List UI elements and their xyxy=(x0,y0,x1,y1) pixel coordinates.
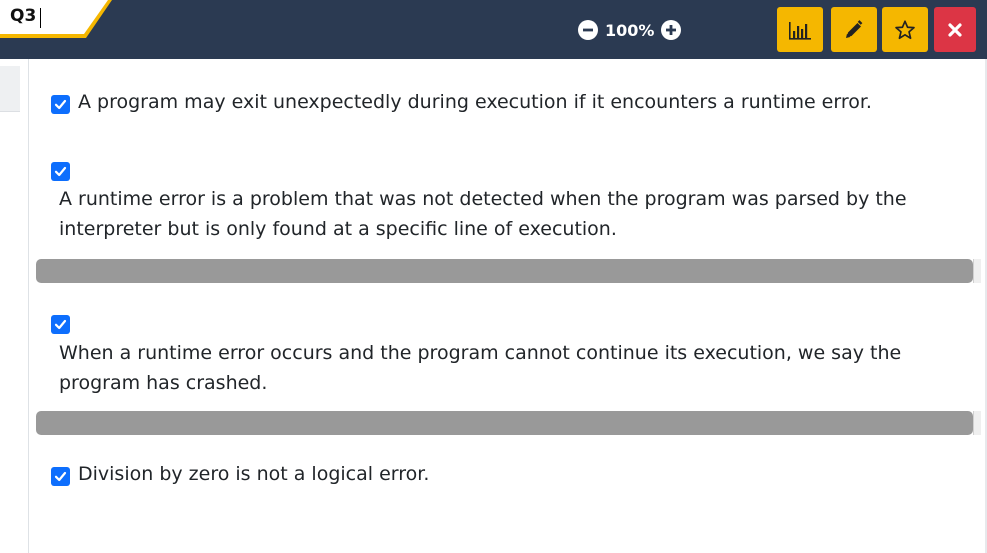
zoom-in-icon[interactable] xyxy=(661,20,682,40)
check-icon xyxy=(54,471,67,482)
check-icon xyxy=(54,319,67,330)
statement-2-text: A runtime error is a problem that was no… xyxy=(59,188,907,240)
statement-2-checkbox[interactable] xyxy=(51,162,70,181)
zoom-level: 100% xyxy=(605,20,655,40)
statement-1-checkbox[interactable] xyxy=(51,95,70,114)
bar-chart-icon xyxy=(789,21,811,40)
stats-button[interactable] xyxy=(777,7,823,52)
statement-4-text: Division by zero is not a logical error. xyxy=(78,463,430,485)
horizontal-scrollbar-track[interactable] xyxy=(973,411,981,435)
top-toolbar: Q3 100% xyxy=(0,0,987,59)
content-divider xyxy=(28,59,29,553)
statement-1-text: A program may exit unexpectedly during e… xyxy=(78,91,872,113)
text-cursor xyxy=(40,8,41,28)
pencil-icon xyxy=(846,19,863,38)
zoom-control: 100% xyxy=(578,17,682,43)
close-icon xyxy=(948,22,962,37)
statement-3-text: When a runtime error occurs and the prog… xyxy=(59,342,902,394)
horizontal-scrollbar-track[interactable] xyxy=(973,259,981,283)
close-button[interactable] xyxy=(934,7,976,52)
horizontal-scrollbar-thumb[interactable] xyxy=(36,411,973,435)
favorite-button[interactable] xyxy=(882,7,928,52)
statement-4-checkbox[interactable] xyxy=(51,467,70,486)
statement-3-checkbox[interactable] xyxy=(51,315,70,334)
question-tab-label[interactable]: Q3 xyxy=(10,6,36,26)
star-icon xyxy=(895,19,915,39)
side-panel xyxy=(0,66,20,112)
check-icon xyxy=(54,166,67,177)
check-icon xyxy=(54,99,67,110)
edit-button[interactable] xyxy=(831,7,877,52)
zoom-out-icon[interactable] xyxy=(578,20,598,40)
horizontal-scrollbar-thumb[interactable] xyxy=(36,259,973,283)
